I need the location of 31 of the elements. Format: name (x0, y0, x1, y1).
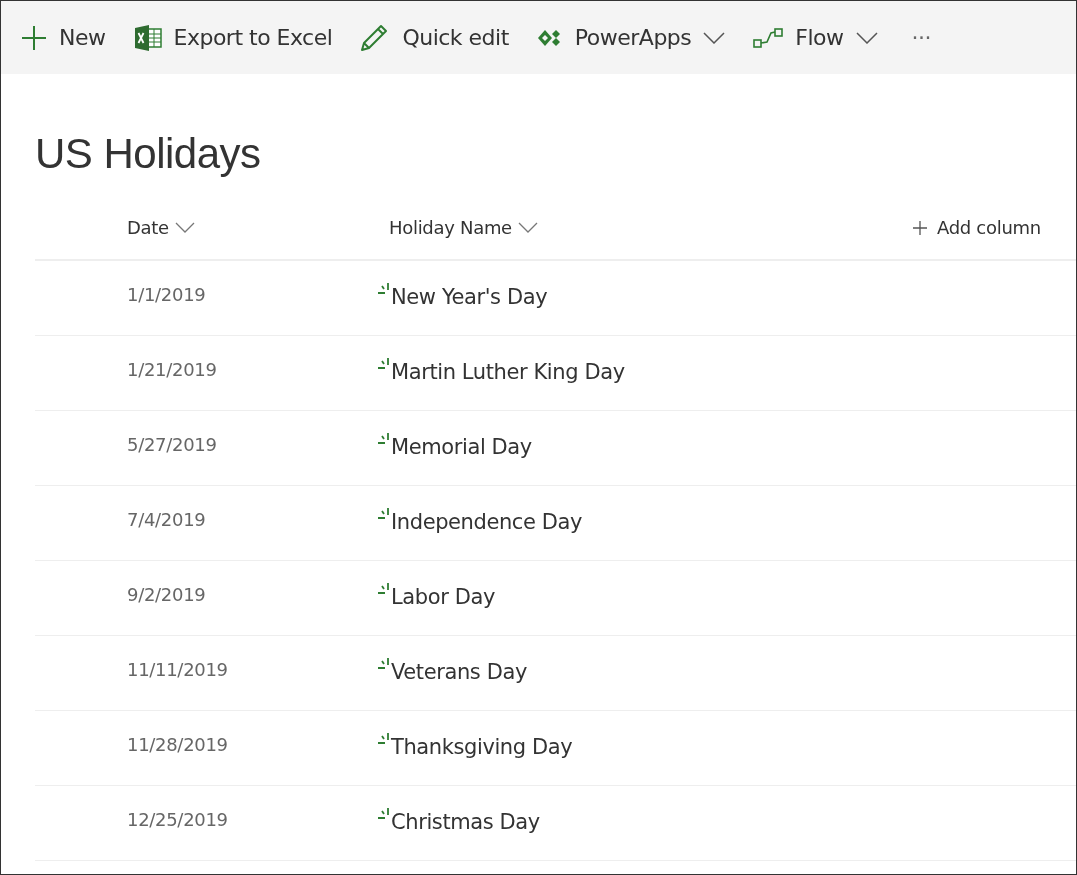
date-cell-text: 12/25/2019 (127, 809, 229, 830)
date-cell-text: 11/11/2019 (127, 659, 229, 680)
holiday-name-link[interactable]: Martin Luther King Day (391, 360, 625, 384)
date-cell-text: 11/28/2019 (127, 734, 229, 755)
list-title: US Holidays (35, 129, 262, 179)
holiday-name-link[interactable]: Independence Day (391, 510, 583, 534)
toolbar-button[interactable]: Quick edit (360, 19, 509, 56)
add-column-button[interactable]: Add column (913, 217, 1041, 238)
date-cell-text: 1/21/2019 (127, 359, 218, 380)
add-icon (913, 220, 927, 235)
holiday-name-link[interactable]: Memorial Day (391, 435, 532, 459)
holiday-name-link[interactable]: Labor Day (391, 585, 495, 609)
toolbar-button[interactable]: New (21, 20, 106, 55)
holiday-name-link[interactable]: New Year's Day (391, 285, 548, 309)
date-cell-text: 9/2/2019 (127, 584, 207, 605)
holiday-name-link[interactable]: Thanksgiving Day (391, 735, 573, 759)
date-cell-text: 7/4/2019 (127, 509, 207, 530)
toolbar-button[interactable]: Flow (753, 21, 878, 54)
add-icon (21, 24, 47, 51)
holiday-name-link[interactable]: Christmas Day (391, 810, 540, 834)
holiday-name-link[interactable]: Veterans Day (391, 660, 527, 684)
toolbar-button[interactable]: PowerApps (536, 21, 726, 54)
column-header[interactable]: Holiday Name (389, 217, 739, 238)
spreadsheet-icon (133, 24, 162, 51)
date-cell-text: 1/1/2019 (127, 284, 207, 305)
toolbar-button[interactable]: Export to Excel (133, 20, 333, 55)
date-cell-text: 5/27/2019 (127, 434, 218, 455)
column-header[interactable]: Date (127, 217, 389, 238)
diamonds-icon (536, 28, 563, 47)
flow-icon (753, 26, 784, 49)
more-button[interactable]: ··· (911, 21, 931, 54)
